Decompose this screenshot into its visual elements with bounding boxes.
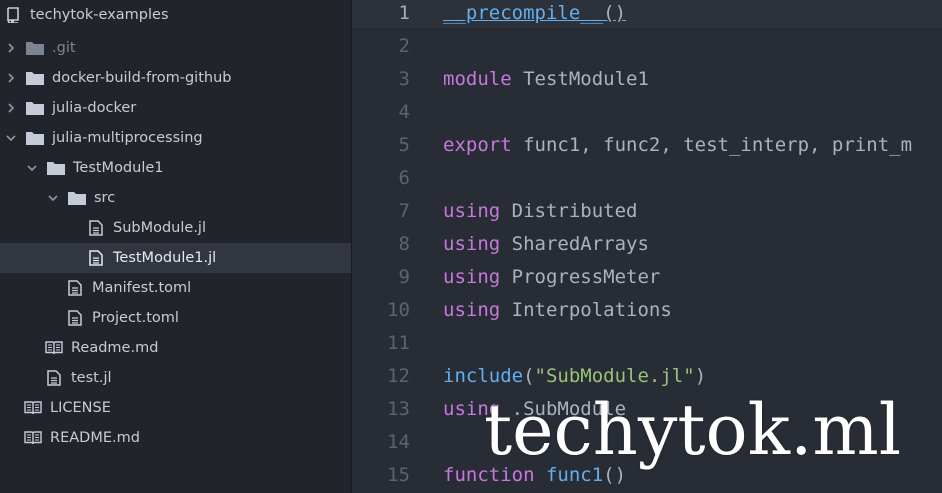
folder-icon (26, 40, 44, 56)
code-token: Distributed (500, 200, 638, 222)
code-token: func1, func2, test_interp, print_m (511, 134, 913, 156)
code-token: () (603, 2, 627, 24)
book-icon (45, 340, 63, 356)
tree-item-label: SubModule.jl (113, 220, 206, 236)
folder-icon (26, 100, 44, 116)
tree-item-label: Manifest.toml (92, 280, 192, 296)
tree-item-label: julia-docker (52, 100, 137, 116)
repo-icon (4, 7, 22, 23)
folder-open-icon (68, 190, 86, 206)
tree-item-testmodule1[interactable]: TestModule1 (0, 153, 351, 183)
tree-item-julia-multiprocessing[interactable]: julia-multiprocessing (0, 123, 351, 153)
folder-icon (26, 70, 44, 86)
code-line-5[interactable]: export func1, func2, test_interp, print_… (443, 132, 912, 165)
code-line-10[interactable]: using Interpolations (443, 297, 672, 330)
code-line-3[interactable]: module TestModule1 (443, 66, 649, 99)
chevron-right-icon[interactable] (4, 101, 18, 115)
tree-item-label: .git (52, 40, 76, 56)
code-token: TestModule1 (511, 68, 649, 90)
file-text-icon (66, 280, 84, 296)
project-name: techytok-examples (30, 7, 169, 23)
line-number-gutter: 1 2 3 4 5 6 7 8 9 10 11 12 13 14 15 (352, 0, 414, 493)
file-code-icon (45, 370, 63, 386)
code-token: SharedArrays (500, 233, 649, 255)
line-number: 4 (398, 101, 410, 123)
folder-open-icon (47, 160, 65, 176)
code-token: using (443, 266, 501, 288)
tree-item-label: julia-multiprocessing (52, 130, 203, 146)
chevron-down-icon[interactable] (46, 191, 60, 205)
code-token: module (443, 68, 512, 90)
code-token: using (443, 233, 501, 255)
line-number: 9 (398, 266, 410, 288)
tree-item-label: Project.toml (92, 310, 179, 326)
code-line-9[interactable]: using ProgressMeter (443, 264, 660, 297)
line-number: 11 (387, 332, 410, 354)
chevron-down-icon[interactable] (4, 131, 18, 145)
tree-item-readme-root[interactable]: README.md (0, 423, 351, 453)
line-number: 12 (387, 365, 410, 387)
line-number: 8 (398, 233, 410, 255)
code-line-1[interactable]: __precompile__() (443, 0, 626, 33)
tree-item-license[interactable]: LICENSE (0, 393, 351, 423)
code-token: Interpolations (500, 299, 672, 321)
tree-item-submodule-jl[interactable]: SubModule.jl (0, 213, 351, 243)
cursor-line-highlight (352, 0, 942, 28)
code-token: ) (694, 365, 707, 387)
tree-item-label: TestModule1 (73, 160, 164, 176)
tree-item-docker-build-from-github[interactable]: docker-build-from-github (0, 63, 351, 93)
line-number: 5 (398, 134, 410, 156)
code-line-7[interactable]: using Distributed (443, 198, 637, 231)
chevron-down-icon[interactable] (25, 161, 39, 175)
code-token: __precompile__ (443, 2, 604, 24)
tree-item-git[interactable]: .git (0, 33, 351, 63)
file-tree-panel: techytok-examples .git docker-build-from… (0, 0, 351, 493)
file-text-icon (66, 310, 84, 326)
tree-item-test-jl[interactable]: test.jl (0, 363, 351, 393)
file-code-icon (87, 250, 105, 266)
line-number: 7 (398, 200, 410, 222)
tree-item-label: src (94, 190, 116, 206)
code-token: using (443, 200, 501, 222)
tree-item-label: README.md (50, 430, 140, 446)
tree-item-readme-md[interactable]: Readme.md (0, 333, 351, 363)
tree-item-testmodule1-jl[interactable]: TestModule1.jl (0, 243, 351, 273)
chevron-right-icon[interactable] (4, 71, 18, 85)
tree-project-root[interactable]: techytok-examples (0, 0, 351, 30)
folder-open-icon (26, 130, 44, 146)
code-line-8[interactable]: using SharedArrays (443, 231, 649, 264)
tree-item-src[interactable]: src (0, 183, 351, 213)
code-token: ProgressMeter (500, 266, 661, 288)
tree-item-label: docker-build-from-github (52, 70, 232, 86)
code-token: "SubModule.jl" (534, 365, 695, 387)
file-code-icon (87, 220, 105, 236)
line-number: 14 (387, 431, 410, 453)
tree-item-label: TestModule1.jl (113, 250, 217, 266)
line-number: 1 (398, 2, 410, 24)
tree-item-label: Readme.md (71, 340, 159, 356)
line-number: 6 (398, 167, 410, 189)
line-number: 3 (398, 68, 410, 90)
tree-item-julia-docker[interactable]: julia-docker (0, 93, 351, 123)
watermark-text: techytok.ml (484, 389, 902, 471)
code-token: using (443, 299, 501, 321)
code-token: include (443, 365, 524, 387)
book-icon (24, 400, 42, 416)
tree-item-manifest-toml[interactable]: Manifest.toml (0, 273, 351, 303)
book-icon (24, 430, 42, 446)
code-token: ( (523, 365, 535, 387)
line-number: 15 (387, 464, 410, 486)
code-token: export (443, 134, 512, 156)
tree-item-project-toml[interactable]: Project.toml (0, 303, 351, 333)
line-number: 10 (387, 299, 410, 321)
tree-item-label: test.jl (71, 370, 112, 386)
line-number: 2 (398, 35, 410, 57)
tree-item-label: LICENSE (50, 400, 111, 416)
line-number: 13 (387, 398, 410, 420)
chevron-right-icon[interactable] (4, 41, 18, 55)
